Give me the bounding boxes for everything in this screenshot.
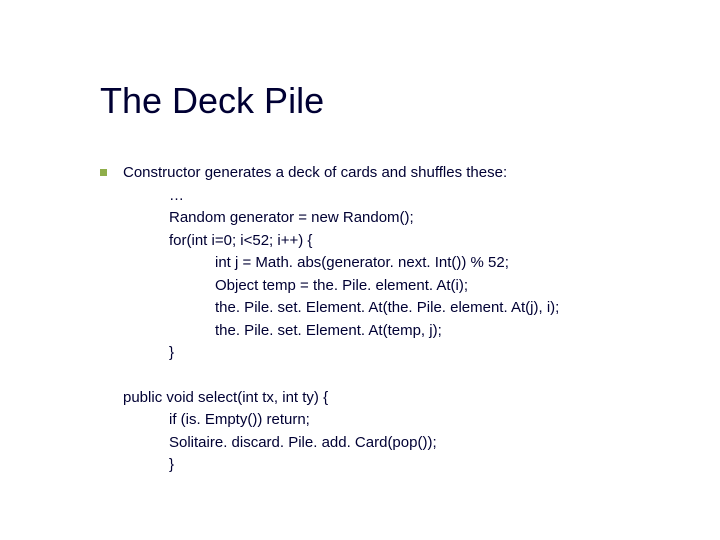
code-line: Solitaire. discard. Pile. add. Card(pop(…	[123, 432, 630, 455]
code-line: the. Pile. set. Element. At(temp, j);	[123, 320, 630, 343]
code-line: Random generator = new Random();	[123, 207, 630, 230]
code-line: if (is. Empty()) return;	[123, 409, 630, 432]
code-line: }	[123, 454, 630, 477]
slide-title: The Deck Pile	[100, 80, 630, 122]
method-block: public void select(int tx, int ty) { if …	[100, 387, 630, 477]
code-line: …	[123, 185, 630, 208]
bullet-icon	[100, 169, 107, 176]
bullet-item: Constructor generates a deck of cards an…	[100, 162, 630, 365]
constructor-intro: Constructor generates a deck of cards an…	[123, 162, 630, 185]
slide: The Deck Pile Constructor generates a de…	[0, 0, 720, 477]
slide-content: Constructor generates a deck of cards an…	[100, 162, 630, 477]
code-line: }	[123, 342, 630, 365]
bullet-text-block: Constructor generates a deck of cards an…	[123, 162, 630, 365]
code-line: int j = Math. abs(generator. next. Int()…	[123, 252, 630, 275]
code-line: public void select(int tx, int ty) {	[123, 387, 630, 410]
code-line: for(int i=0; i<52; i++) {	[123, 230, 630, 253]
code-line: Object temp = the. Pile. element. At(i);	[123, 275, 630, 298]
code-line: the. Pile. set. Element. At(the. Pile. e…	[123, 297, 630, 320]
